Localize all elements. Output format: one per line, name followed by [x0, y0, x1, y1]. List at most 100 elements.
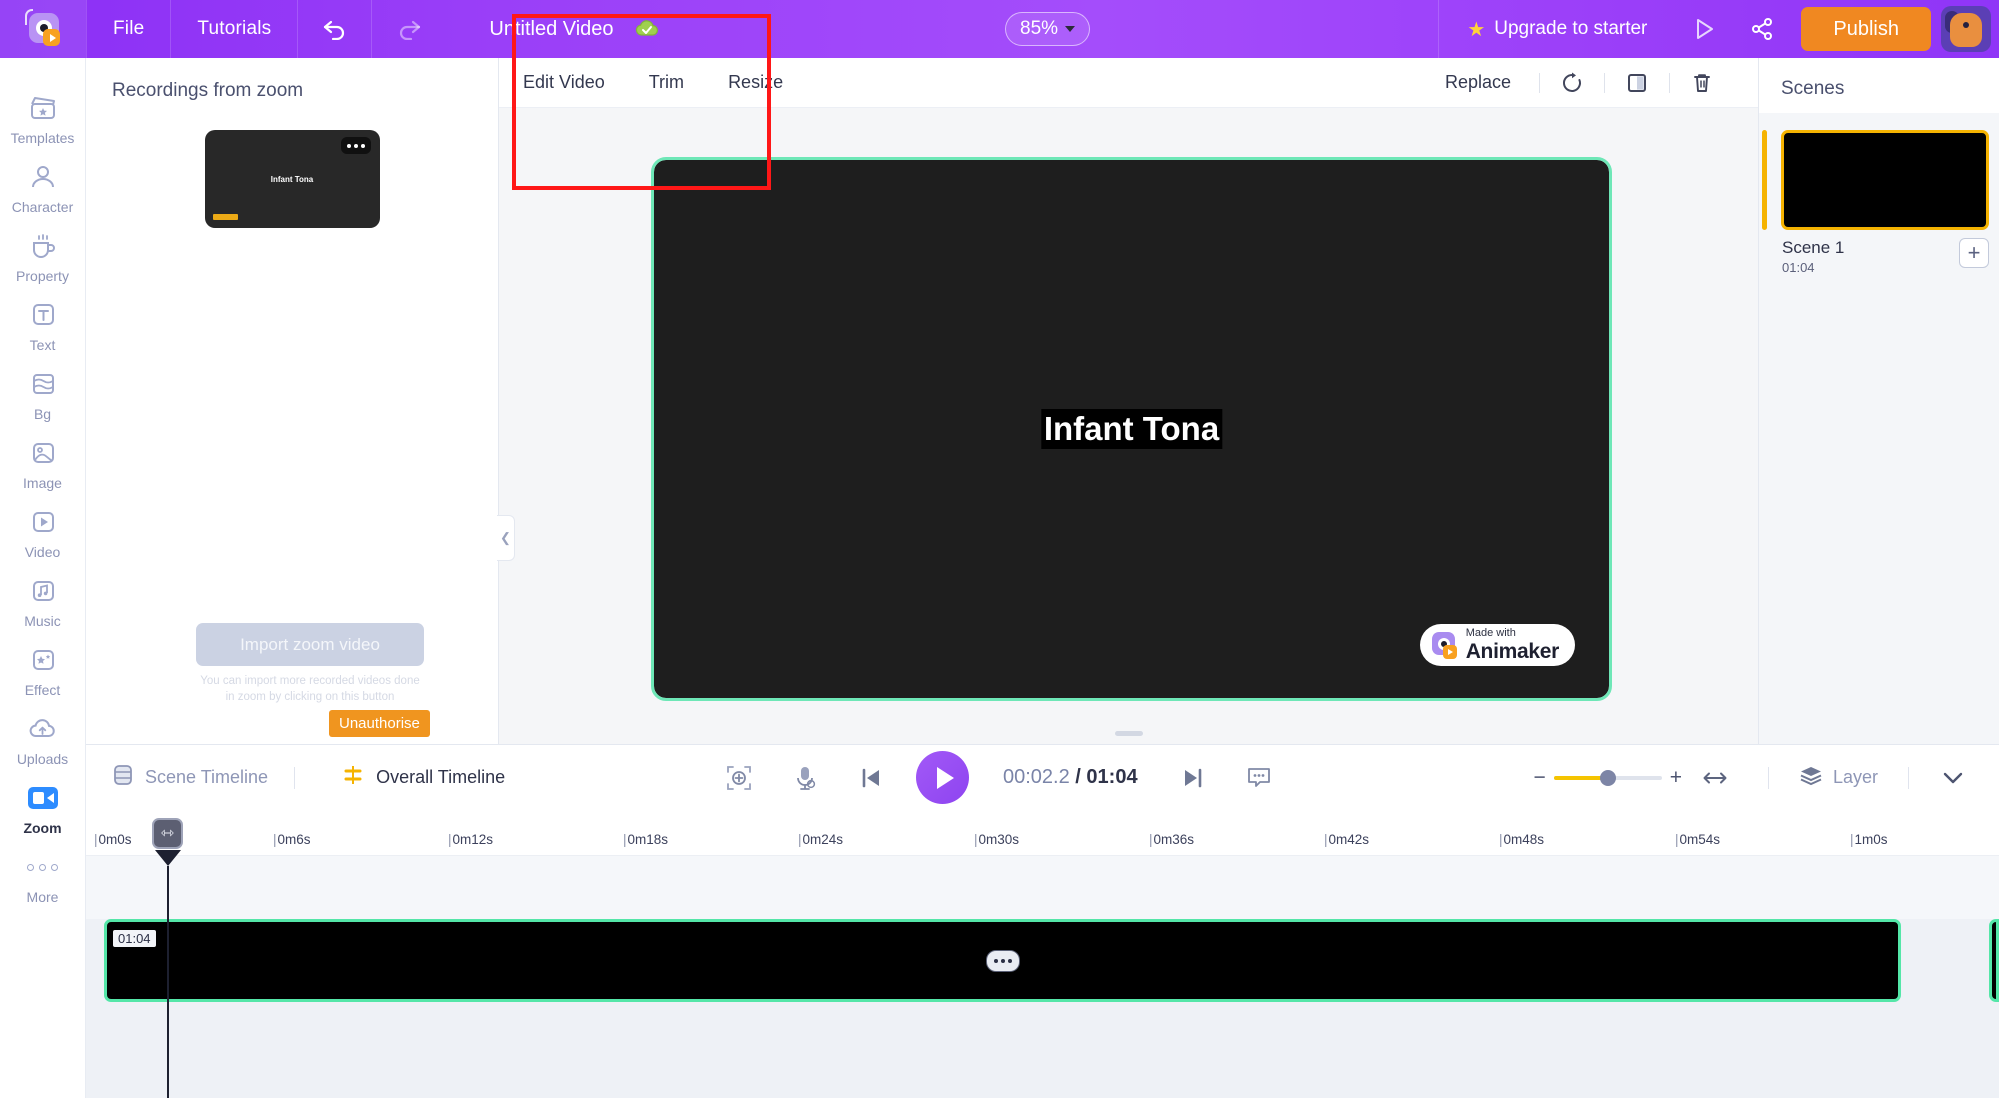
upgrade-button[interactable]: ★ Upgrade to starter [1438, 0, 1675, 58]
unauthorise-label: Unauthorise [339, 715, 420, 732]
ruler-tick: 0m24s [798, 832, 844, 847]
watermark-made-with: Made with [1465, 627, 1516, 639]
add-scene-button[interactable]: + [1959, 238, 1989, 268]
tab-trim[interactable]: Trim [627, 72, 706, 93]
more-options-icon[interactable] [340, 137, 371, 154]
zoom-out-button[interactable]: − [1533, 766, 1545, 790]
document-title[interactable]: Untitled Video [489, 18, 613, 41]
upgrade-label: Upgrade to starter [1494, 18, 1648, 39]
import-zoom-video-label: Import zoom video [240, 634, 380, 654]
preview-play-icon[interactable] [1675, 0, 1733, 58]
timeline-ruler[interactable]: 0m0s 0m6s 0m12s 0m18s 0m24s 0m30s 0m36s … [86, 810, 1999, 856]
sidebar-label-zoom: Zoom [23, 820, 62, 836]
sidebar-item-video[interactable]: Video [0, 496, 86, 565]
sidebar-item-text[interactable]: Text [0, 289, 86, 358]
track-row-empty-top[interactable] [86, 856, 1999, 919]
import-zoom-video-button[interactable]: Import zoom video [196, 623, 424, 666]
tab-edit-video[interactable]: Edit Video [499, 72, 627, 93]
user-avatar[interactable] [1941, 6, 1991, 52]
toolbar-divider [1539, 72, 1540, 93]
playback-controls: 00:02.2 / 01:04 [706, 751, 1292, 804]
canvas-text-element[interactable]: Infant Tona [1040, 409, 1223, 449]
replace-button[interactable]: Replace [1427, 72, 1529, 93]
sidebar-item-character[interactable]: Character [0, 151, 86, 220]
playhead-marker[interactable] [155, 850, 181, 866]
timeline-clip-overflow [1989, 919, 1999, 1002]
clip-duration-badge: 01:04 [113, 930, 156, 947]
tab-resize[interactable]: Resize [706, 72, 805, 93]
sidebar-item-effect[interactable]: Effect [0, 634, 86, 703]
scene-thumbnail[interactable] [1781, 130, 1989, 230]
recording-thumbnail-label: Infant Tona [270, 174, 314, 184]
clip-options-icon[interactable] [985, 949, 1020, 972]
animaker-logo[interactable] [0, 0, 86, 58]
document-title-group[interactable]: Untitled Video [445, 18, 659, 41]
fit-width-icon[interactable] [1682, 755, 1748, 801]
sidebar-item-music[interactable]: Music [0, 565, 86, 634]
import-hint-text: You can import more recorded videos done… [200, 675, 420, 703]
ruler-tick: 0m12s [448, 832, 494, 847]
sidebar-item-image[interactable]: Image [0, 427, 86, 496]
scene-timeline-label: Scene Timeline [145, 767, 269, 787]
share-icon[interactable] [1733, 0, 1791, 58]
animaker-watermark: Made with Animaker [1419, 624, 1575, 666]
zoom-in-button[interactable]: + [1670, 766, 1682, 790]
sidebar-item-zoom[interactable]: Zoom [0, 772, 86, 841]
zoom-level-selector[interactable]: 85% [1005, 12, 1091, 46]
skip-previous-icon[interactable] [838, 755, 904, 801]
layer-button[interactable]: Layer [1789, 764, 1888, 791]
microphone-icon[interactable] [772, 755, 838, 801]
sidebar-item-bg[interactable]: Bg [0, 358, 86, 427]
tab-trim-label: Trim [648, 72, 685, 92]
chevron-left-icon: ❮ [500, 530, 511, 545]
tab-scene-timeline[interactable]: Scene Timeline [86, 763, 274, 792]
undo-icon[interactable] [297, 0, 371, 58]
video-canvas[interactable]: Infant Tona Made with Animaker [651, 157, 1612, 701]
rotate-icon[interactable] [1550, 66, 1594, 100]
sidebar-item-uploads[interactable]: Uploads [0, 703, 86, 772]
track-row-empty-bottom[interactable] [86, 1011, 1999, 1098]
scenes-title: Scenes [1781, 78, 1845, 99]
play-button[interactable] [916, 751, 969, 804]
animaker-editor: File Tutorials Untitled Video 85% ★ Upgr… [0, 0, 1999, 1098]
sidebar-item-more[interactable]: More [0, 841, 86, 910]
menu-tutorials[interactable]: Tutorials [170, 0, 297, 58]
timeline-zoom-slider[interactable]: − + [1533, 766, 1682, 790]
sidebar-label-uploads: Uploads [16, 751, 69, 767]
timeline-tracks: 01:04 [86, 856, 1999, 1098]
caption-icon[interactable] [1226, 755, 1292, 801]
flip-icon[interactable] [1615, 66, 1659, 100]
redo-icon[interactable] [371, 0, 445, 58]
timeline-clip[interactable]: 01:04 [104, 919, 1901, 1002]
scene-name: Scene 1 [1782, 238, 1845, 257]
sidebar-item-property[interactable]: Property [0, 220, 86, 289]
playhead-line [167, 866, 169, 1098]
scene-item[interactable]: Scene 1 01:04 + [1759, 113, 1999, 275]
playhead-handle-icon[interactable]: ⇿ [152, 818, 183, 849]
sidebar-label-text: Text [29, 337, 56, 353]
overall-timeline-icon [341, 763, 365, 792]
sidebar-label-templates: Templates [10, 130, 75, 146]
sidebar-label-effect: Effect [24, 682, 61, 698]
tab-overall-timeline[interactable]: Overall Timeline [315, 763, 511, 792]
zoom-slider-track[interactable] [1553, 769, 1662, 786]
trash-icon[interactable] [1680, 66, 1724, 100]
sidebar-item-templates[interactable]: Templates [0, 82, 86, 151]
ruler-tick: 0m30s [974, 832, 1020, 847]
scene-active-marker [1762, 130, 1767, 230]
timeline-divider [1908, 766, 1909, 789]
unauthorise-button[interactable]: Unauthorise [329, 710, 430, 737]
chevron-down-icon[interactable] [1929, 755, 1977, 801]
fit-to-screen-icon[interactable] [706, 755, 772, 801]
tab-edit-video-label: Edit Video [523, 72, 605, 92]
scene-timeline-icon [112, 763, 134, 792]
zoom-slider-knob[interactable] [1599, 769, 1616, 786]
menu-file[interactable]: File [86, 0, 170, 58]
stage-resize-grip[interactable] [1114, 731, 1143, 736]
recording-thumbnail[interactable]: Infant Tona [204, 130, 380, 228]
timeline-right-controls: − + Layer [1533, 755, 1977, 801]
skip-next-icon[interactable] [1160, 755, 1226, 801]
panel-collapse-toggle[interactable]: ❮ [497, 515, 515, 561]
timeline-divider [294, 766, 296, 789]
publish-button[interactable]: Publish [1801, 7, 1931, 51]
